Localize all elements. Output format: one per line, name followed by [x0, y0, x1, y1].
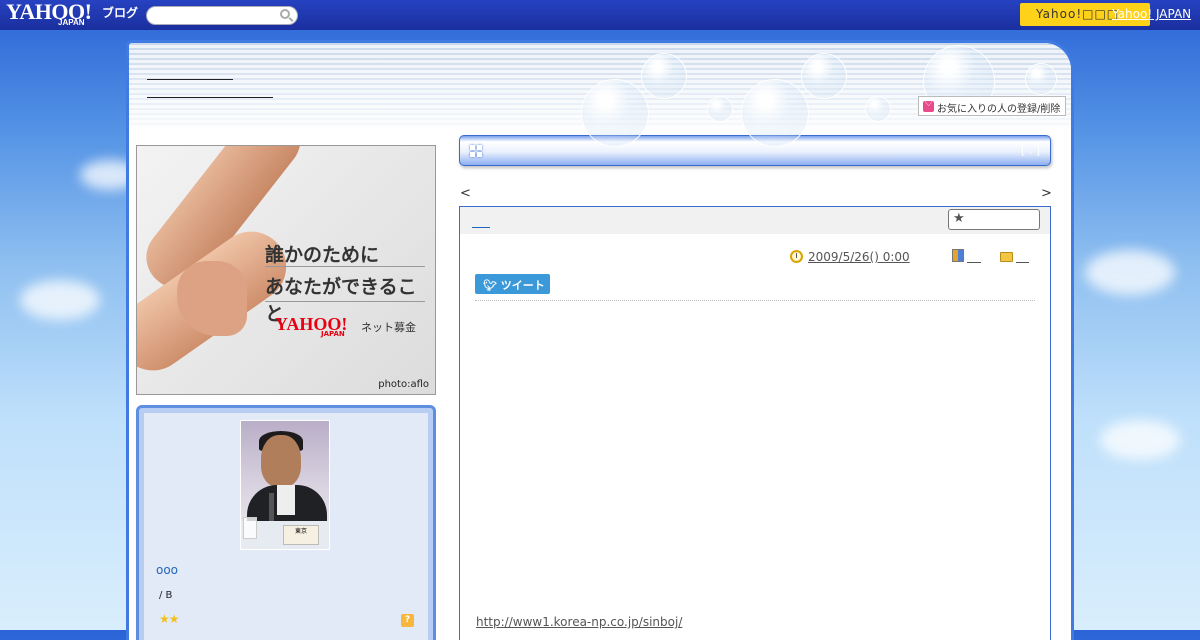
- grid-icon: [470, 145, 482, 157]
- folder-icon: [1000, 252, 1013, 262]
- avatar-face: [261, 435, 301, 487]
- blog-service-label[interactable]: ブログ: [102, 4, 138, 21]
- clock-icon: [790, 250, 803, 263]
- favorite-register-button[interactable]: お気に入りの人の登録/削除: [918, 96, 1066, 116]
- cloud: [1100, 420, 1180, 460]
- banner-headline-1: 誰かのために: [265, 244, 380, 266]
- bubble-decoration: [741, 79, 809, 147]
- tweet-label: ツイート: [500, 279, 545, 292]
- banner-donation-label: ネット募金: [361, 321, 416, 334]
- banner-divider: [265, 301, 425, 302]
- banner-divider: [265, 266, 425, 267]
- banner-yahoo-logo-sub: JAPAN: [321, 330, 345, 338]
- entry-date-link[interactable]: 2009/5/26() 0:00: [808, 250, 910, 264]
- avatar-name-card: 東京: [283, 525, 319, 545]
- cloud: [20, 280, 100, 320]
- avatar-microphone: [269, 493, 274, 521]
- entry-folder-link[interactable]: [1016, 262, 1029, 263]
- next-article-link[interactable]: >: [1041, 186, 1052, 201]
- profile-box: 東京 ooo / B ★★ ?: [136, 405, 436, 640]
- prev-article-link[interactable]: <: [460, 186, 471, 201]
- bubble-decoration: [865, 96, 891, 122]
- entry-header: ★: [460, 207, 1050, 234]
- bubble-decoration: [707, 96, 733, 122]
- book-icon: [952, 249, 964, 262]
- bubble-decoration: [1025, 63, 1057, 95]
- blog-title[interactable]: [147, 79, 233, 80]
- twitter-bird-icon: 🐦︎: [483, 279, 501, 292]
- donation-banner-ad[interactable]: 誰かのために あなたができること YAHOO! JAPAN ネット募金 phot…: [136, 145, 436, 395]
- avatar-shirt: [277, 485, 295, 515]
- yahoo-japan-link[interactable]: Yahoo! JAPAN: [1112, 7, 1191, 21]
- search-icon[interactable]: [280, 9, 290, 19]
- search-input[interactable]: [146, 6, 298, 25]
- yahoo-logo-sub: JAPAN: [58, 18, 85, 27]
- help-icon[interactable]: ?: [401, 614, 414, 627]
- avatar-glass: [243, 517, 257, 539]
- entry-category-link[interactable]: [967, 262, 981, 263]
- star-rating: ★★: [159, 612, 179, 626]
- top-navigation-bar: YAHOO! JAPAN ブログ Yahoo!□□□ Yahoo! JAPAN: [0, 0, 1200, 30]
- star-icon: ★: [953, 211, 965, 226]
- favorite-register-label: お気に入りの人の登録/削除: [937, 104, 1061, 115]
- blog-description: [147, 97, 273, 98]
- blog-entry: ★ 2009/5/26() 0:00 🐦︎ ツイート http://www1.k…: [459, 206, 1051, 640]
- cloud: [1085, 250, 1175, 295]
- bubble-decoration: [581, 79, 649, 147]
- profile-avatar[interactable]: 東京: [240, 420, 330, 550]
- article-bar-info: [ . ]: [1020, 144, 1040, 157]
- profile-nickname[interactable]: ooo: [156, 563, 178, 577]
- tweet-button[interactable]: 🐦︎ ツイート: [475, 274, 550, 294]
- external-link[interactable]: http://www1.korea-np.co.jp/sinboj/: [476, 615, 682, 629]
- heart-icon: [923, 98, 934, 112]
- blog-panel: お気に入りの人の登録/削除 誰かのために あなたができること YAHOO! JA…: [126, 40, 1074, 640]
- bubble-decoration: [641, 53, 687, 99]
- bubble-decoration: [801, 53, 847, 99]
- entry-title[interactable]: [472, 227, 490, 228]
- banner-photo-credit: photo:aflo: [378, 379, 429, 390]
- add-favorite-button[interactable]: ★: [948, 209, 1040, 230]
- entry-divider: [475, 300, 1035, 301]
- profile-subtitle: / B: [159, 590, 173, 601]
